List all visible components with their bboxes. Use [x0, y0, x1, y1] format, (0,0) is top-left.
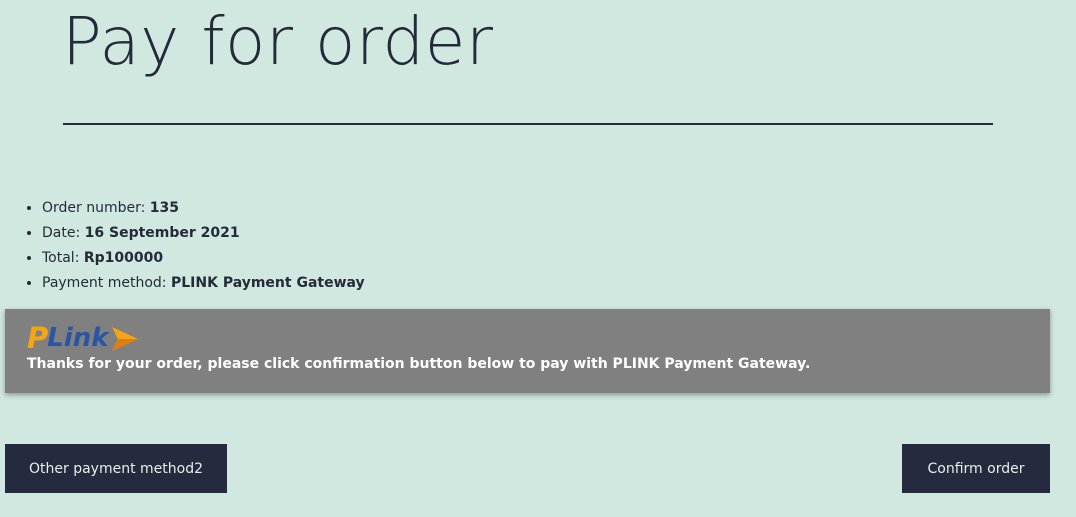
order-date-label: Date: [42, 225, 85, 241]
payment-gateway-box: P Link Thanks for your order, please clic… [5, 309, 1050, 393]
order-number-label: Order number: [42, 200, 150, 216]
order-total-label: Total: [42, 250, 84, 266]
payment-method-value: PLINK Payment Gateway [170, 275, 365, 291]
plink-logo: P Link [27, 322, 149, 354]
order-number-item: Order number: 135 [42, 196, 365, 221]
other-payment-method-button[interactable]: Other payment method2 [5, 444, 227, 493]
plink-logo-link: Link [47, 323, 109, 353]
payment-method-label: Payment method: [42, 275, 171, 291]
plink-logo-p: P [27, 321, 49, 355]
order-total-value: Rp100000 [83, 250, 164, 266]
order-number-value: 135 [149, 200, 180, 216]
confirm-order-button[interactable]: Confirm order [902, 444, 1050, 493]
gateway-message: Thanks for your order, please click conf… [27, 356, 811, 372]
order-date-value: 16 September 2021 [84, 225, 240, 241]
order-total-item: Total: Rp100000 [42, 246, 365, 271]
title-divider [63, 123, 993, 125]
page-title: Pay for order [62, 3, 494, 80]
plink-arrow-icon [111, 327, 138, 351]
order-details-list: Order number: 135 Date: 16 September 202… [23, 196, 365, 296]
payment-method-item: Payment method: PLINK Payment Gateway [42, 271, 365, 296]
order-date-item: Date: 16 September 2021 [42, 221, 365, 246]
